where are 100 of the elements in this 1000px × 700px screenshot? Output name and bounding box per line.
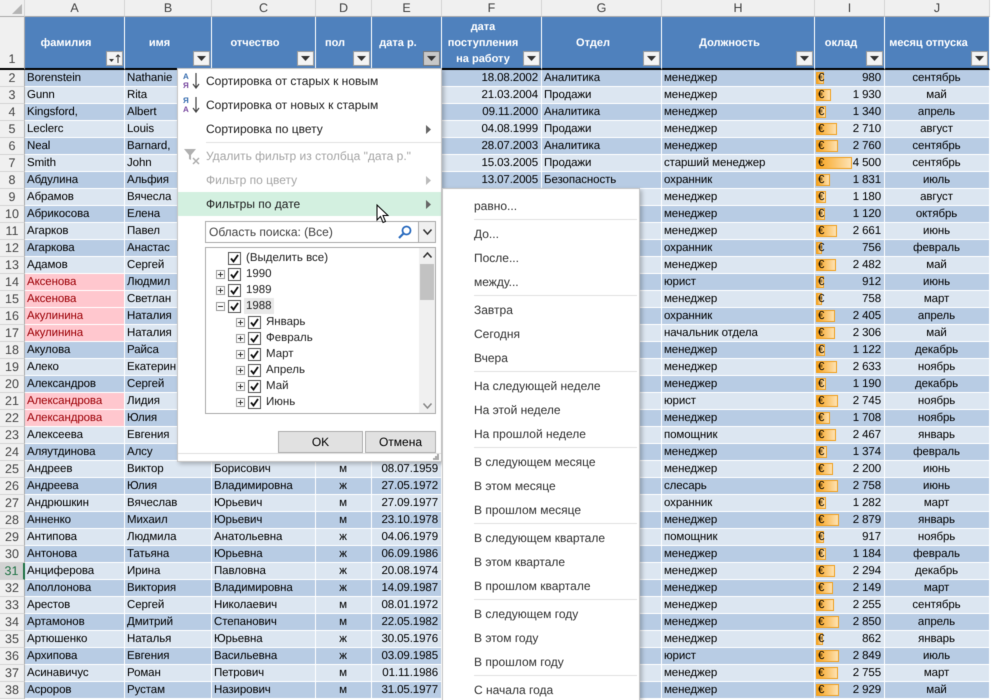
row-number[interactable]: 18 [0,342,25,359]
search-field[interactable]: Область поиска: (Все) [205,221,396,243]
tree-item-label[interactable]: (Выделить все) [244,250,330,266]
row-number[interactable]: 25 [0,461,25,478]
tree-item-label[interactable]: Март [264,346,296,362]
tree-item-label[interactable]: 1988 [244,298,274,314]
row-number[interactable]: 17 [0,325,25,342]
menu-item[interactable]: равно... [443,194,639,218]
menu-item[interactable]: В прошлом месяце [443,498,639,522]
expand-toggle[interactable] [216,286,225,294]
expand-toggle[interactable] [216,270,225,278]
row-number[interactable]: 7 [0,155,25,172]
search-button[interactable] [396,221,418,243]
row-number[interactable]: 20 [0,376,25,393]
menu-item[interactable]: Вчера [443,346,639,370]
row-number[interactable]: 31 [0,563,25,580]
row-number[interactable]: 3 [0,87,25,104]
menu-item[interactable]: На прошлой неделе [443,422,639,446]
expand-toggle[interactable] [236,350,245,358]
row-number[interactable]: 22 [0,410,25,427]
filter-button[interactable] [106,51,123,66]
column-letter[interactable]: G [542,0,662,17]
checkbox[interactable] [228,284,241,296]
column-letter[interactable]: B [125,0,212,17]
row-number[interactable]: 33 [0,597,25,614]
menu-item[interactable]: между... [443,270,639,294]
menu-item[interactable]: В прошлом квартале [443,574,639,598]
menu-item[interactable]: Сегодня [443,322,639,346]
filter-button[interactable] [193,51,210,66]
row-number[interactable]: 14 [0,274,25,291]
column-letter[interactable]: F [442,0,542,17]
filter-button[interactable] [643,51,660,66]
checkbox[interactable] [248,396,261,408]
row-number[interactable]: 32 [0,580,25,597]
menu-item[interactable]: На этой неделе [443,398,639,422]
expand-toggle[interactable] [236,318,245,326]
dropdown-button[interactable] [418,221,436,243]
expand-toggle[interactable] [236,334,245,342]
checkbox[interactable] [248,364,261,376]
row-number[interactable]: 26 [0,478,25,495]
row-number[interactable]: 11 [0,223,25,240]
row-number[interactable]: 10 [0,206,25,223]
row-number[interactable]: 15 [0,291,25,308]
row-number[interactable]: 24 [0,444,25,461]
tree-item-label[interactable]: Июнь [264,394,298,410]
scroll-thumb[interactable] [420,264,434,300]
tree-item-label[interactable]: 1990 [244,266,274,282]
row-number[interactable]: 23 [0,427,25,444]
row-number[interactable]: 2 [0,70,25,87]
expand-toggle[interactable] [216,302,225,310]
row-number[interactable]: 6 [0,138,25,155]
row-number[interactable]: 37 [0,665,25,682]
menu-item[interactable]: В прошлом году [443,650,639,674]
checkbox[interactable] [228,252,241,264]
filter-button[interactable] [353,51,370,66]
menu-item[interactable]: После... [443,246,639,270]
checkbox[interactable] [248,332,261,344]
tree-item-label[interactable]: Февраль [264,330,315,346]
filter-button[interactable] [523,51,540,66]
row-number[interactable]: 5 [0,121,25,138]
row-number[interactable]: 35 [0,631,25,648]
row-number[interactable]: 12 [0,240,25,257]
filter-button[interactable] [423,51,440,66]
row-number[interactable]: 16 [0,308,25,325]
row-number[interactable]: 29 [0,529,25,546]
row-number[interactable]: 4 [0,104,25,121]
checkbox[interactable] [228,300,241,312]
row-number[interactable]: 21 [0,393,25,410]
row-number[interactable]: 9 [0,189,25,206]
expand-toggle[interactable] [236,382,245,390]
menu-item[interactable]: В этом году [443,626,639,650]
row-number[interactable]: 1 [0,17,25,70]
expand-toggle[interactable] [236,366,245,374]
column-letter[interactable]: A [25,0,125,17]
menu-item[interactable]: Фильтры по дате [178,192,441,216]
filter-button[interactable] [297,51,314,66]
filter-button[interactable] [796,51,813,66]
tree-item-label[interactable]: Апрель [264,362,308,378]
ok-button[interactable]: OK [278,431,363,453]
resize-grip-icon[interactable] [433,454,439,460]
menu-item[interactable]: В этом квартале [443,550,639,574]
filter-button[interactable] [971,51,988,66]
tree-item-label[interactable]: Май [264,378,291,394]
checkbox[interactable] [248,348,261,360]
row-number[interactable]: 27 [0,495,25,512]
scroll-down-icon[interactable] [422,403,432,409]
row-number[interactable]: 28 [0,512,25,529]
row-number[interactable]: 34 [0,614,25,631]
filter-button[interactable] [866,51,883,66]
column-letter[interactable]: D [316,0,372,17]
column-letter[interactable]: I [815,0,885,17]
column-letter[interactable]: E [372,0,442,17]
column-letter[interactable]: J [885,0,990,17]
column-letter[interactable]: H [662,0,815,17]
tree-item-label[interactable]: 1989 [244,282,274,298]
menu-item[interactable]: В этом месяце [443,474,639,498]
row-number[interactable]: 19 [0,359,25,376]
checkbox[interactable] [248,316,261,328]
scroll-up-icon[interactable] [422,252,432,258]
row-number[interactable]: 36 [0,648,25,665]
